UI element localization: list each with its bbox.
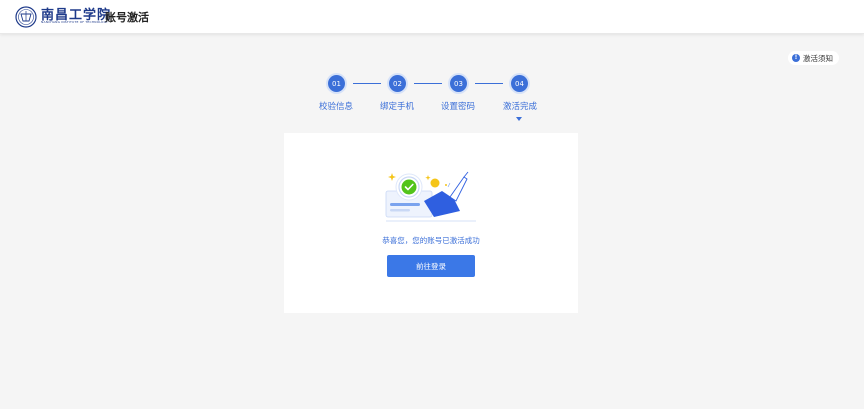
page-title: 账号激活 [105, 11, 149, 24]
step-3-label: 设置密码 [440, 102, 475, 112]
step-3-circle: 03 [450, 75, 467, 92]
step-connector [475, 83, 503, 84]
step-4-circle: 04 [511, 75, 528, 92]
step-4-label: 激活完成 [502, 102, 537, 112]
info-icon: ! [792, 54, 800, 62]
school-english-name: NANCHANG INSTITUTE OF TECHNOLOGY [41, 20, 108, 24]
result-card: 恭喜您，您的账号已激活成功 前往登录 [284, 133, 578, 313]
step-1-circle: 01 [328, 75, 345, 92]
activation-notice-button[interactable]: ! 激活须知 [788, 51, 839, 65]
step-connector [414, 83, 442, 84]
go-to-login-button[interactable]: 前往登录 [387, 255, 475, 277]
success-illustration [385, 171, 476, 222]
step-2-circle: 02 [389, 75, 406, 92]
current-step-indicator-icon [516, 117, 522, 121]
step-2-label: 绑定手机 [379, 102, 414, 112]
success-message: 恭喜您，您的账号已激活成功 [382, 236, 480, 245]
top-header: 南昌工学院 NANCHANG INSTITUTE OF TECHNOLOGY 账… [0, 0, 864, 34]
step-1-label: 校验信息 [318, 102, 353, 112]
notice-label: 激活须知 [803, 53, 833, 63]
step-connector [353, 83, 381, 84]
